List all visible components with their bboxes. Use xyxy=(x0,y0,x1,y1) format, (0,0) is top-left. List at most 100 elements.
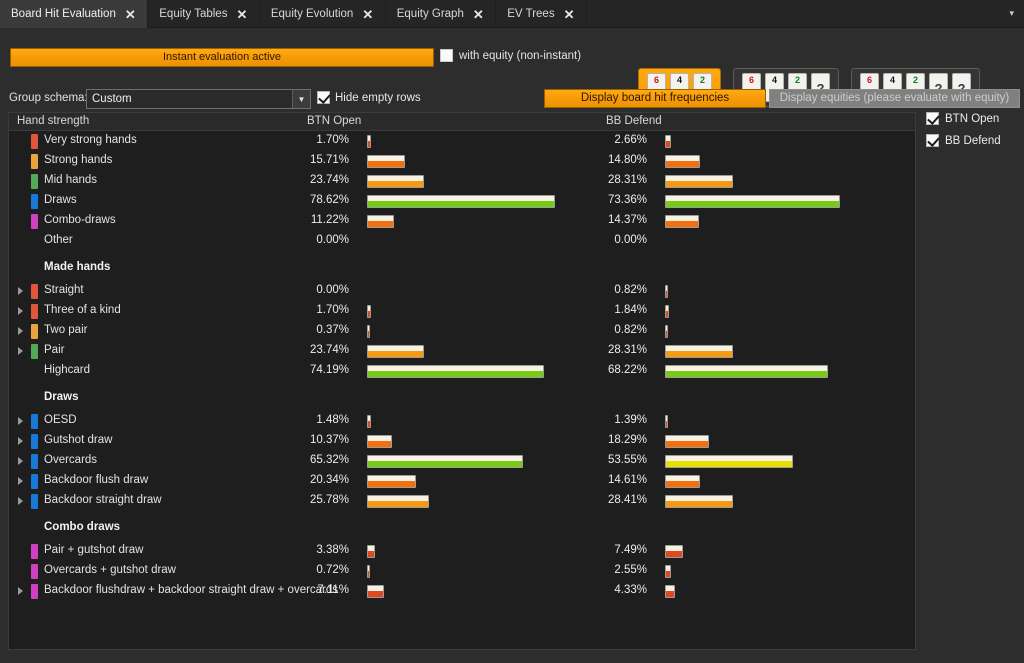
display-equities-button[interactable]: Display equities (please evaluate with e… xyxy=(769,89,1020,108)
bar-bb-defend xyxy=(665,565,671,578)
bar-fill xyxy=(666,421,667,427)
value-bb-defend: 14.61% xyxy=(537,474,647,486)
series-toggle-bb-defend[interactable]: BB Defend xyxy=(926,134,1022,147)
close-icon[interactable]: ✕ xyxy=(473,8,483,21)
card-rank: 2 xyxy=(700,75,705,85)
bar-fill xyxy=(666,571,670,577)
category-color-swatch xyxy=(31,454,38,469)
bar-btn-open xyxy=(367,565,370,578)
card-rank: 4 xyxy=(772,75,777,85)
value-btn-open: 15.71% xyxy=(239,154,349,166)
close-icon[interactable]: ✕ xyxy=(236,8,246,21)
row-label: Mid hands xyxy=(44,174,97,186)
row-label: Overcards xyxy=(44,454,97,466)
expand-triangle-icon[interactable] xyxy=(18,347,23,355)
close-icon[interactable]: ✕ xyxy=(362,8,372,21)
hide-empty-rows-checkbox[interactable]: Hide empty rows xyxy=(317,91,421,104)
close-icon[interactable]: ✕ xyxy=(125,8,135,21)
bar-bb-defend xyxy=(665,305,669,318)
bar-btn-open xyxy=(367,545,375,558)
value-btn-open: 65.32% xyxy=(239,454,349,466)
value-bb-defend: 0.82% xyxy=(537,324,647,336)
bar-bb-defend xyxy=(665,325,668,338)
table-row: Mid hands23.74%28.31% xyxy=(9,171,915,191)
bar-fill xyxy=(368,551,374,557)
checkbox-unchecked-icon[interactable] xyxy=(440,49,453,62)
value-btn-open: 78.62% xyxy=(239,194,349,206)
category-color-swatch xyxy=(31,214,38,229)
tab-overflow-chevron-down-icon[interactable]: ▾ xyxy=(999,0,1024,27)
table-row: Two pair0.37%0.82% xyxy=(9,321,915,341)
bar-fill xyxy=(666,481,699,487)
chevron-down-icon[interactable]: ▼ xyxy=(292,90,310,108)
value-btn-open: 1.70% xyxy=(239,134,349,146)
section-title: Combo draws xyxy=(44,521,120,533)
value-bb-defend: 4.33% xyxy=(537,584,647,596)
category-color-swatch xyxy=(31,194,38,209)
category-color-swatch xyxy=(31,344,38,359)
bar-bb-defend xyxy=(665,195,840,208)
expand-triangle-icon[interactable] xyxy=(18,327,23,335)
tab-equity-graph[interactable]: Equity Graph✕ xyxy=(386,0,497,28)
bar-btn-open xyxy=(367,365,544,378)
card-rank: 6 xyxy=(749,75,754,85)
series-toggle-label: BTN Open xyxy=(945,113,999,125)
bar-btn-open xyxy=(367,455,523,468)
checkbox-checked-icon[interactable] xyxy=(926,112,939,125)
value-bb-defend: 1.84% xyxy=(537,304,647,316)
expand-triangle-icon[interactable] xyxy=(18,287,23,295)
bar-fill xyxy=(368,421,370,427)
bar-fill xyxy=(666,551,682,557)
table-row: Straight0.00%0.82% xyxy=(9,281,915,301)
with-equity-checkbox[interactable]: with equity (non-instant) xyxy=(440,49,581,62)
category-color-swatch xyxy=(31,494,38,509)
expand-triangle-icon[interactable] xyxy=(18,587,23,595)
section-header: Combo draws xyxy=(9,511,915,541)
row-label: Overcards + gutshot draw xyxy=(44,564,176,576)
value-bb-defend: 28.31% xyxy=(537,344,647,356)
bar-fill xyxy=(666,181,732,187)
bar-fill xyxy=(368,591,383,597)
checkbox-checked-icon[interactable] xyxy=(317,91,330,104)
bar-fill xyxy=(368,331,369,337)
tab-equity-evolution[interactable]: Equity Evolution ✕ xyxy=(260,0,386,28)
series-toggle-panel: BTN Open BB Defend xyxy=(926,112,1022,156)
bar-bb-defend xyxy=(665,545,683,558)
bar-fill xyxy=(368,371,543,377)
section-title: Draws xyxy=(44,391,79,403)
tab-label: Equity Evolution xyxy=(271,8,353,20)
value-bb-defend: 73.36% xyxy=(537,194,647,206)
app-window: Board Hit Evaluation✕Equity Tables✕Equit… xyxy=(0,0,1024,663)
card-rank: 4 xyxy=(677,75,682,85)
checkbox-checked-icon[interactable] xyxy=(926,134,939,147)
expand-triangle-icon[interactable] xyxy=(18,437,23,445)
expand-triangle-icon[interactable] xyxy=(18,307,23,315)
bar-btn-open xyxy=(367,215,394,228)
value-btn-open: 0.72% xyxy=(239,564,349,576)
bar-fill xyxy=(368,571,369,577)
series-toggle-label: BB Defend xyxy=(945,135,1001,147)
table-row: Combo-draws11.22%14.37% xyxy=(9,211,915,231)
value-btn-open: 0.00% xyxy=(239,284,349,296)
group-schema-label: Group schema: xyxy=(9,92,88,104)
bar-fill xyxy=(666,221,698,227)
tab-ev-trees[interactable]: EV Trees✕ xyxy=(496,0,587,28)
bar-btn-open xyxy=(367,435,392,448)
tab-board-hit-evaluation[interactable]: Board Hit Evaluation✕ xyxy=(0,0,148,28)
display-board-hit-frequencies-button[interactable]: Display board hit frequencies xyxy=(544,89,766,108)
group-schema-select[interactable]: Custom ▼ xyxy=(86,89,311,109)
table-row: Very strong hands1.70%2.66% xyxy=(9,131,915,151)
value-bb-defend: 0.82% xyxy=(537,284,647,296)
hide-empty-rows-label: Hide empty rows xyxy=(335,92,421,104)
instant-evaluation-button[interactable]: Instant evaluation active xyxy=(10,48,434,67)
group-schema-value: Custom xyxy=(87,93,292,105)
series-toggle-btn-open[interactable]: BTN Open xyxy=(926,112,1022,125)
close-icon[interactable]: ✕ xyxy=(564,8,574,21)
table-row: Pair + gutshot draw3.38%7.49% xyxy=(9,541,915,561)
expand-triangle-icon[interactable] xyxy=(18,457,23,465)
expand-triangle-icon[interactable] xyxy=(18,497,23,505)
tab-equity-tables[interactable]: Equity Tables✕ xyxy=(148,0,260,28)
expand-triangle-icon[interactable] xyxy=(18,417,23,425)
expand-triangle-icon[interactable] xyxy=(18,477,23,485)
row-label: Draws xyxy=(44,194,77,206)
